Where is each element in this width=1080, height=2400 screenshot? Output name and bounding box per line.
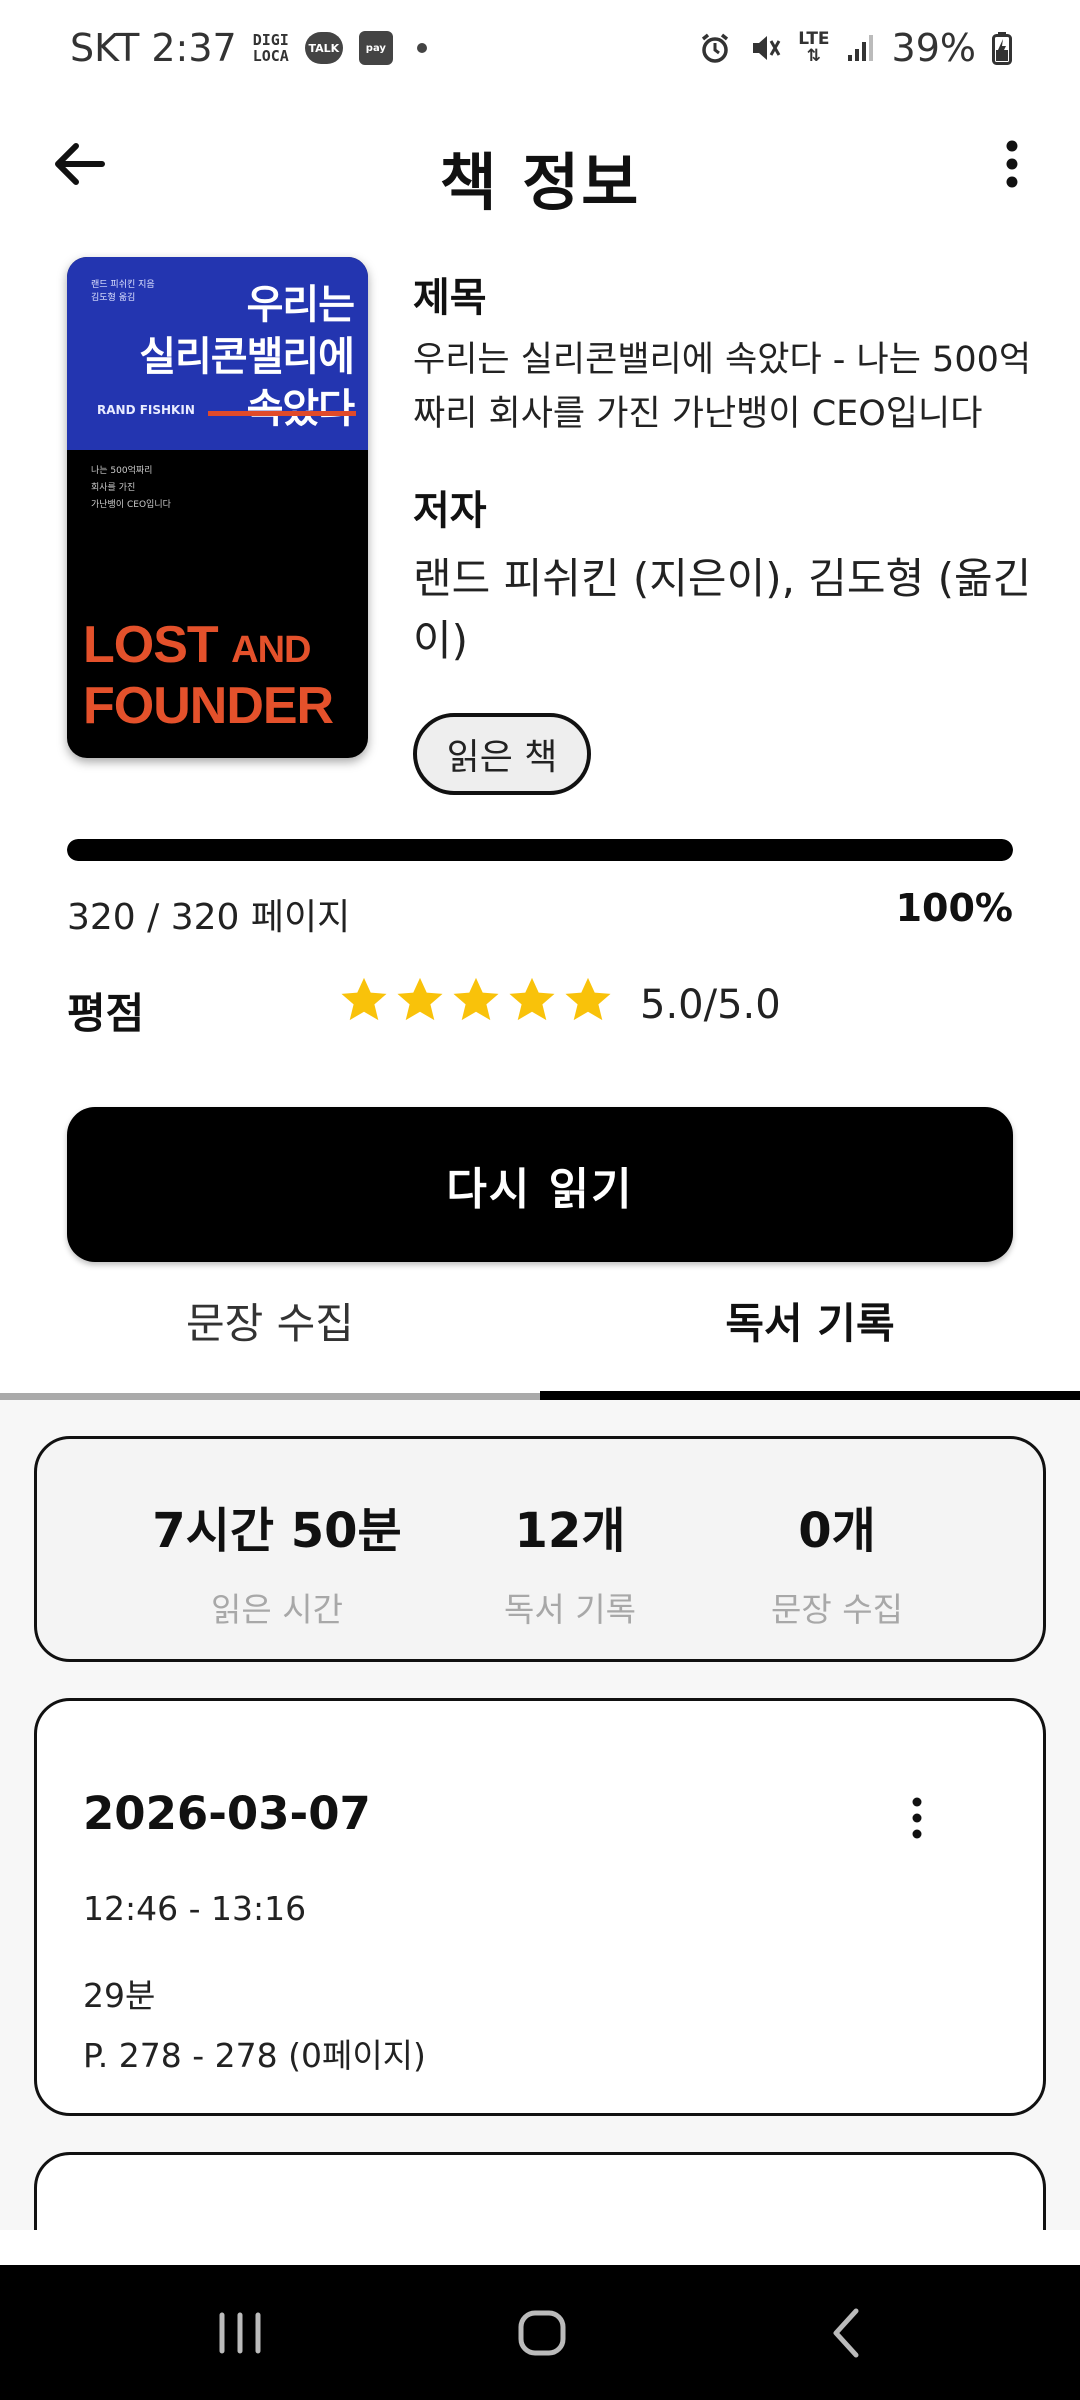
stat-reading-time: 7시간 50분 읽은 시간 (117, 1491, 437, 1631)
cover-author-en: RAND FISHKIN (97, 403, 195, 417)
record-time-range: 12:46 - 13:16 (83, 1889, 307, 1928)
status-bar-right: LTE ⇅ 39% (698, 26, 1012, 70)
home-icon (518, 2310, 566, 2356)
recent-apps-icon (219, 2312, 261, 2354)
progress-percent: 100% (895, 886, 1013, 930)
cover-title-line-2: 실리콘밸리에 (139, 334, 355, 380)
pay-icon: pay (358, 31, 393, 65)
system-back-button[interactable] (800, 2295, 890, 2371)
reading-record-card[interactable]: 2026-03-07 12:46 - 13:16 29분 P. 278 - 27… (34, 1698, 1046, 2116)
chevron-left-icon (833, 2308, 859, 2358)
cover-strikethrough (208, 411, 356, 416)
stat-reading-time-label: 읽은 시간 (211, 1590, 343, 1629)
record-date: 2026-03-07 (83, 1787, 371, 1840)
star-icon[interactable] (562, 974, 614, 1026)
digi-loca-icon: DIGI LOCA (252, 31, 289, 65)
tab-underline-inactive (0, 1393, 540, 1400)
book-info-screen: SKT 2:37 DIGI LOCA TALK pay LTE ⇅ 39% 책 … (0, 0, 1080, 2400)
cover-english-title: LOST AND FOUNDER (83, 616, 334, 735)
tab-underline-active (540, 1391, 1080, 1400)
record-duration: 29분 (83, 1976, 156, 2015)
mute-icon (753, 36, 781, 60)
author-label: 저자 (413, 488, 487, 534)
status-bar-left: SKT 2:37 DIGI LOCA TALK pay (70, 26, 427, 70)
reading-record-card-partial[interactable] (34, 2152, 1046, 2230)
tab-reading-records-label: 독서 기록 (725, 1299, 895, 1348)
rating-value: 5.0/5.0 (640, 982, 781, 1028)
cover-en-and: AND (231, 629, 311, 671)
cover-description: 나는 500억짜리 회사를 가진 가난뱅이 CEO입니다 (91, 466, 171, 510)
app-bar: 책 정보 (0, 96, 1080, 236)
tab-reading-records[interactable]: 독서 기록 (540, 1290, 1080, 1400)
stat-sentences-value: 0개 (798, 1503, 876, 1559)
cover-en-lost: LOST (83, 616, 219, 674)
battery-charging-icon (992, 32, 1012, 65)
tab-sentence-collection-label: 문장 수집 (186, 1299, 354, 1348)
status-bar: SKT 2:37 DIGI LOCA TALK pay LTE ⇅ 39% (0, 0, 1080, 96)
reading-progress-bar (67, 839, 1013, 861)
home-button[interactable] (497, 2295, 587, 2371)
signal-icon (847, 35, 873, 61)
cover-title-line-1: 우리는 (246, 282, 355, 328)
tab-sentence-collection[interactable]: 문장 수집 (0, 1290, 540, 1400)
book-cover: 랜드 피쉬킨 지음 김도형 옮김 우리는 실리콘밸리에 속았다 RAND FIS… (67, 257, 368, 758)
kakao-talk-icon: TALK (304, 32, 343, 64)
reread-button[interactable]: 다시 읽기 (67, 1107, 1013, 1262)
battery-percent: 39% (891, 26, 976, 70)
system-navigation-bar (0, 2265, 1080, 2400)
more-vertical-icon (912, 1797, 922, 1839)
star-icon[interactable] (394, 974, 446, 1026)
lte-icon: LTE ⇅ (798, 29, 830, 66)
records-content: 7시간 50분 읽은 시간 12개 독서 기록 0개 문장 수집 2026-03… (0, 1400, 1080, 2230)
book-author: 랜드 피쉬킨 (지은이), 김도형 (옮긴이) (413, 554, 1032, 665)
lte-label: LTE (798, 29, 830, 49)
stat-reading-time-value: 7시간 50분 (152, 1503, 402, 1559)
more-options-button[interactable] (990, 132, 1034, 196)
record-more-button[interactable] (897, 1793, 937, 1843)
star-icon[interactable] (338, 974, 390, 1026)
reading-summary-card: 7시간 50분 읽은 시간 12개 독서 기록 0개 문장 수집 (34, 1436, 1046, 1662)
alarm-icon (702, 33, 729, 63)
rating-label: 평점 (67, 989, 145, 1038)
recent-apps-button[interactable] (195, 2295, 285, 2371)
book-title: 우리는 실리콘밸리에 속았다 - 나는 500억짜리 회사를 가진 가난뱅이 C… (413, 340, 1032, 434)
page-title: 책 정보 (439, 146, 641, 219)
carrier-time: SKT 2:37 (70, 26, 237, 70)
record-pages: P. 278 - 278 (0페이지) (83, 2036, 426, 2075)
more-vertical-icon (1006, 140, 1018, 188)
cover-en-founder: FOUNDER (83, 677, 334, 735)
stat-sentences: 0개 문장 수집 (677, 1491, 997, 1631)
star-icon[interactable] (450, 974, 502, 1026)
notification-dot-icon (416, 43, 427, 53)
reading-progress-fill (67, 839, 1013, 861)
title-label: 제목 (413, 275, 487, 321)
pages-read-text: 320 / 320 페이지 (67, 897, 351, 938)
reading-status-chip[interactable]: 읽은 책 (413, 713, 591, 795)
star-rating[interactable] (338, 974, 614, 1026)
stat-sentences-label: 문장 수집 (771, 1590, 903, 1629)
star-icon[interactable] (506, 974, 558, 1026)
